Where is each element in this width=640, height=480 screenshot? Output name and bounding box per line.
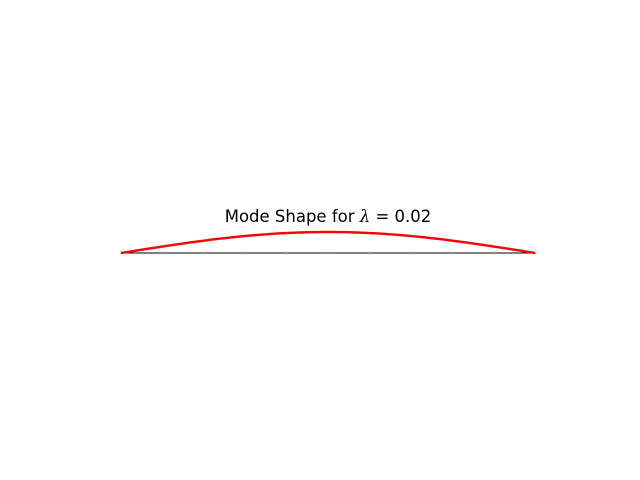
chart-title-lambda-symbol: λ — [359, 207, 370, 226]
chart-title: Mode Shape for λ = 0.02 — [225, 207, 432, 226]
chart-title-text: Mode Shape for — [225, 207, 360, 226]
chart-title-equals: = — [370, 207, 394, 226]
mode-shape-figure: Mode Shape for λ = 0.02 — [0, 0, 640, 480]
figure-background — [0, 0, 640, 480]
chart-title-lambda-value: 0.02 — [395, 207, 432, 226]
